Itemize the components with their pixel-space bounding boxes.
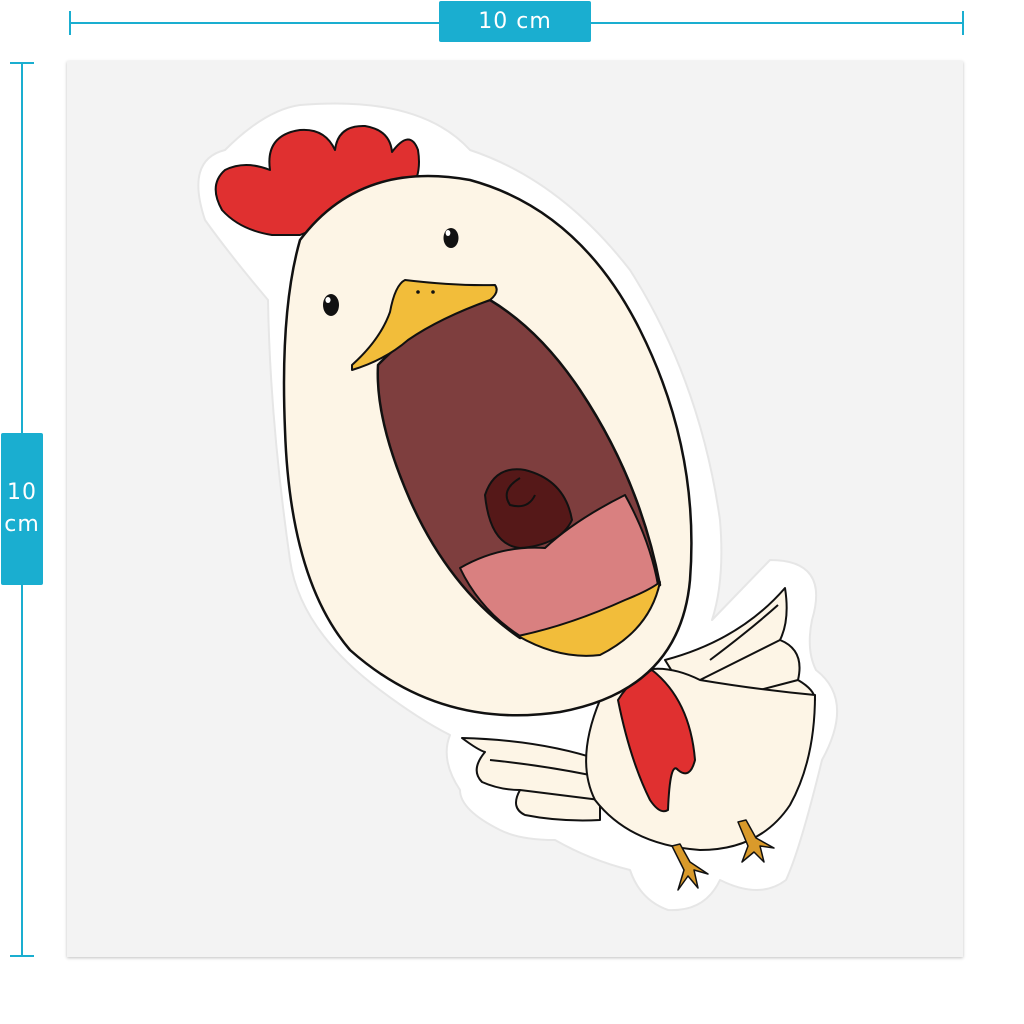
chicken-sticker-illustration <box>197 102 839 912</box>
nostril-right <box>431 290 435 294</box>
nostril-left <box>416 290 420 294</box>
left-eye <box>323 294 339 316</box>
right-eye <box>443 228 459 248</box>
